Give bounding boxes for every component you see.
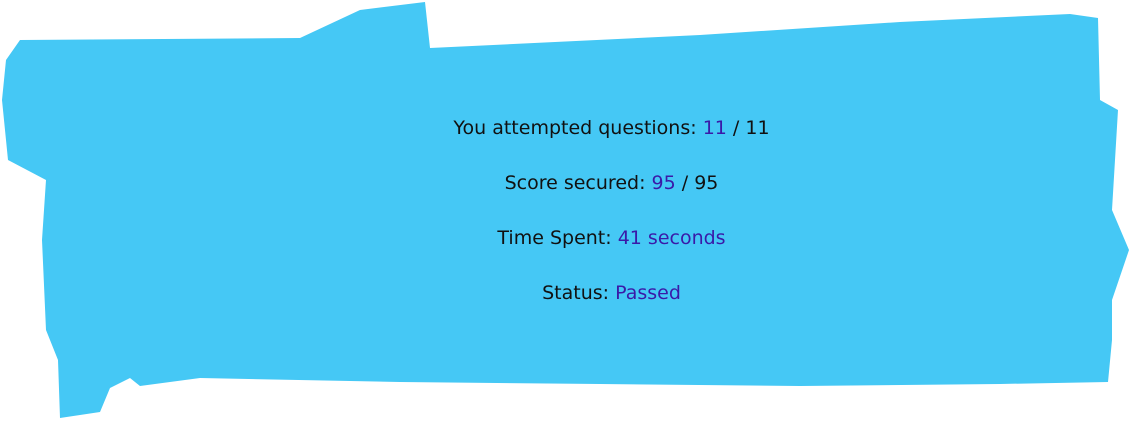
results-text-block: You attempted questions: 11 / 11 Score s… — [0, 0, 1129, 423]
score-secured-total: 95 — [694, 172, 719, 194]
attempted-questions-line: You attempted questions: 11 / 11 — [0, 116, 1129, 140]
attempted-questions-separator: / — [732, 117, 740, 139]
time-spent-value: 41 seconds — [617, 227, 726, 249]
score-secured-value: 95 — [651, 172, 676, 194]
score-secured-label: Score secured: — [504, 172, 646, 194]
time-spent-line: Time Spent: 41 seconds — [0, 226, 1129, 250]
quiz-result-panel: You attempted questions: 11 / 11 Score s… — [0, 0, 1129, 423]
status-label: Status: — [542, 282, 610, 304]
score-secured-separator: / — [681, 172, 689, 194]
attempted-questions-total: 11 — [745, 117, 770, 139]
attempted-questions-label: You attempted questions: — [453, 117, 697, 139]
status-line: Status: Passed — [0, 281, 1129, 305]
time-spent-label: Time Spent: — [497, 227, 612, 249]
score-secured-line: Score secured: 95 / 95 — [0, 171, 1129, 195]
attempted-questions-value: 11 — [702, 117, 727, 139]
status-value: Passed — [615, 282, 681, 304]
